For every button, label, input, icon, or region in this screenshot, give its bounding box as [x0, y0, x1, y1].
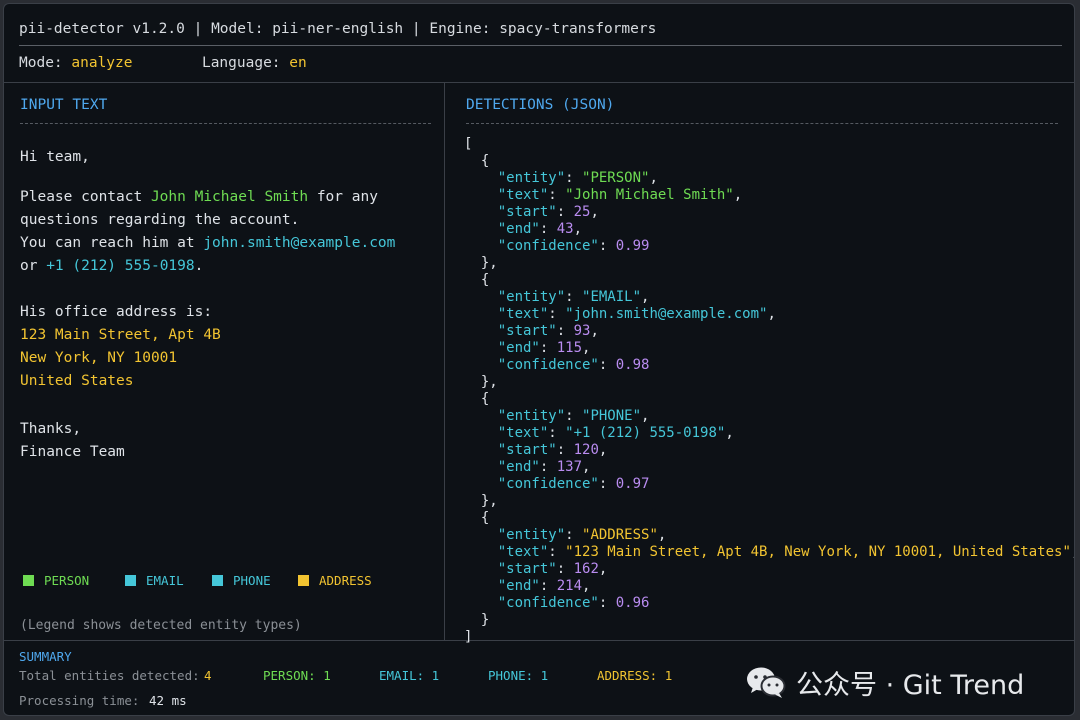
legend-swatch: [23, 575, 34, 586]
json-text: "+1 (212) 555-0198": [565, 425, 726, 441]
model-name: pii-ner-english: [272, 21, 404, 37]
phone-highlight: +1 (212) 555-0198: [46, 258, 195, 274]
json-end: 214: [556, 578, 583, 594]
mode-line: Mode: analyze Language: en: [19, 55, 307, 71]
legend-swatch: [125, 575, 136, 586]
summary-title: SUMMARY: [19, 649, 72, 664]
watermark-text: 公众号 · Git Trend: [796, 669, 1025, 701]
summary-section: SUMMARY Total entities detected: 4 PERSO…: [19, 649, 673, 708]
email-highlight: john.smith@example.com: [203, 235, 396, 251]
legend-item-phone: PHONE: [212, 573, 271, 589]
input-text-panel: INPUT TEXT Hi team, Please contact John …: [4, 83, 445, 640]
panel-title: INPUT TEXT: [20, 97, 108, 113]
processing-time: 42 ms: [149, 693, 187, 708]
panel-title: DETECTIONS (JSON): [466, 97, 615, 113]
language-value: en: [289, 55, 307, 71]
detections-json: [ { "entity": "PERSON", "text": "John Mi…: [464, 136, 1074, 645]
wechat-icon: [747, 667, 786, 698]
person-highlight: John Michael Smith: [150, 189, 309, 205]
json-start: 120: [573, 442, 599, 458]
legend-swatch: [298, 575, 309, 586]
json-text: "john.smith@example.com": [565, 306, 768, 322]
json-end: 137: [556, 459, 583, 475]
json-end: 115: [556, 340, 583, 356]
legend-item-person: PERSON: [23, 573, 89, 589]
json-text: "John Michael Smith": [565, 187, 734, 203]
json-confidence: 0.99: [615, 238, 650, 254]
address-highlight: United States: [20, 373, 134, 389]
json-entity: "PERSON": [582, 170, 650, 186]
json-text: "123 Main Street, Apt 4B, New York, NY 1…: [565, 544, 1071, 560]
summary-address: ADDRESS: 1: [597, 668, 673, 683]
json-entity: "ADDRESS": [582, 527, 658, 543]
summary-phone: PHONE: 1: [488, 668, 549, 683]
engine-name: spacy-transformers: [499, 21, 657, 37]
json-start: 25: [573, 204, 591, 220]
json-end: 43: [556, 221, 574, 237]
json-entity: "PHONE": [582, 408, 642, 424]
json-confidence: 0.96: [615, 595, 650, 611]
divider: [466, 123, 1058, 124]
panels: INPUT TEXT Hi team, Please contact John …: [4, 82, 1074, 645]
json-start: 162: [573, 561, 599, 577]
watermark: 公众号 · Git Trend: [746, 664, 1025, 701]
status-header: pii-detector v1.2.0 | Model: pii-ner-eng…: [19, 16, 1062, 46]
legend-note: (Legend shows detected entity types): [20, 618, 302, 633]
legend-swatch: [212, 575, 223, 586]
address-highlight: New York, NY 10001: [20, 350, 178, 366]
json-entity: "EMAIL": [582, 289, 642, 305]
total-count: 4: [204, 668, 212, 683]
legend-item-email: EMAIL: [125, 573, 184, 589]
json-confidence: 0.97: [615, 476, 650, 492]
divider: [20, 123, 431, 124]
json-confidence: 0.98: [615, 357, 650, 373]
summary-email: EMAIL: 1: [379, 668, 440, 683]
detections-panel: DETECTIONS (JSON) [ { "entity": "PERSON"…: [446, 83, 1074, 645]
mode-value: analyze: [71, 55, 133, 71]
address-highlight: 123 Main Street, Apt 4B: [20, 327, 221, 343]
summary-person: PERSON: 1: [263, 668, 331, 683]
legend-item-address: ADDRESS: [298, 573, 372, 589]
json-start: 93: [573, 323, 591, 339]
input-text: Hi team, Please contact John Michael Smi…: [20, 149, 396, 460]
app-version: pii-detector v1.2.0: [19, 21, 185, 37]
terminal-window: pii-detector v1.2.0 | Model: pii-ner-eng…: [3, 3, 1075, 716]
